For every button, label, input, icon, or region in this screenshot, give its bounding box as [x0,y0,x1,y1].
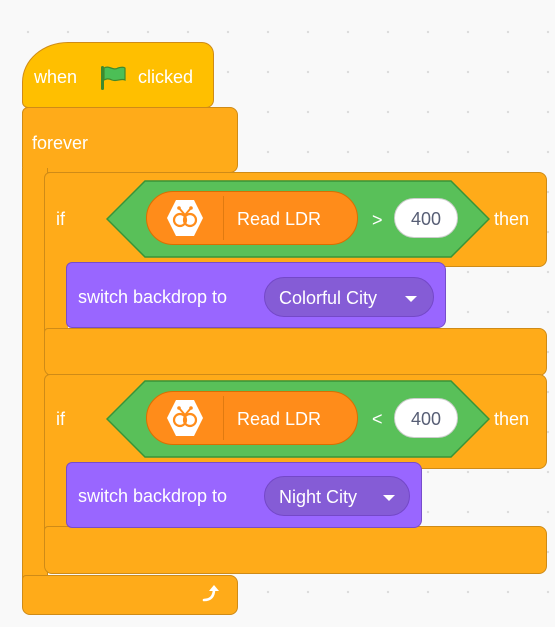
forever-label: forever [32,133,89,153]
when-label: when [34,67,78,87]
value-input-1[interactable]: 400 [394,198,458,238]
reporter-separator [223,396,224,440]
if-block-2-arm [44,464,68,530]
switch-backdrop-label-2: switch backdrop to [78,486,228,506]
switch-backdrop-label-1: switch backdrop to [78,287,228,307]
extension-icon [167,200,203,236]
read-ldr-reporter-2[interactable]: Read LDR [146,391,358,445]
loop-arrow-icon [202,585,219,602]
chevron-down-icon [405,296,417,302]
read-ldr-label: Read LDR [237,409,322,429]
backdrop-value-2: Night City [279,487,358,507]
green-flag-icon [101,66,126,90]
backdrop-value-1: Colorful City [279,288,378,308]
if-block-1-bottom [44,328,547,376]
then-label-2: then [494,409,530,429]
chevron-down-icon [383,495,395,501]
backdrop-dropdown-2[interactable]: Night City [264,476,410,516]
read-ldr-reporter-1[interactable]: Read LDR [146,191,358,245]
if-block-1-arm [44,262,68,332]
read-ldr-label: Read LDR [237,209,322,229]
extension-icon [167,400,203,436]
less-than-operator: < [372,409,383,429]
if-label-1: if [56,209,65,229]
clicked-label: clicked [138,67,194,87]
if-label-2: if [56,409,65,429]
then-label-1: then [494,209,530,229]
backdrop-dropdown-1[interactable]: Colorful City [264,277,434,317]
value-input-2[interactable]: 400 [394,398,458,438]
reporter-separator [223,196,224,240]
if-block-2-bottom [44,526,547,574]
greater-than-operator: > [372,210,383,230]
